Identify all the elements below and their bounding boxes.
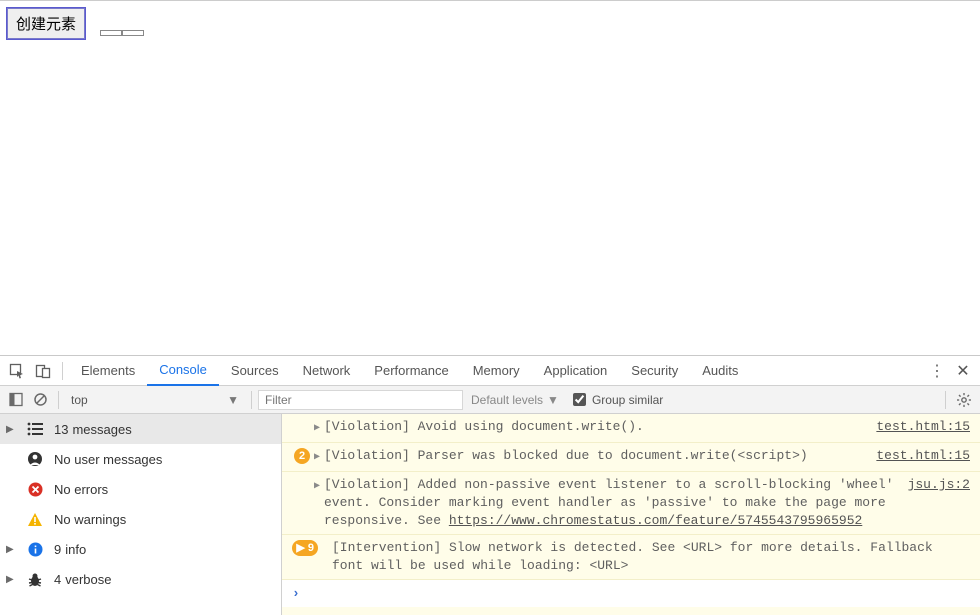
clear-console-icon[interactable]	[28, 388, 52, 412]
message-text: [Violation] Avoid using document.write()…	[324, 418, 864, 438]
expand-icon[interactable]: ▶	[310, 447, 324, 467]
tab-performance[interactable]: Performance	[362, 356, 460, 386]
inspect-element-icon[interactable]	[4, 357, 30, 385]
tab-application[interactable]: Application	[532, 356, 620, 386]
chevron-right-icon: ▶	[6, 544, 16, 555]
log-levels-selector[interactable]: Default levels ▼	[471, 393, 559, 407]
sidebar-label: No warnings	[54, 512, 126, 527]
message-source-link[interactable]: jsu.js:2	[896, 476, 970, 530]
info-icon	[26, 542, 44, 557]
devtools-panel: Elements Console Sources Network Perform…	[0, 355, 980, 615]
sidebar-count: 13	[54, 422, 68, 437]
console-prompt[interactable]: ›	[282, 580, 980, 607]
device-toolbar-icon[interactable]	[30, 357, 56, 385]
sidebar-label: info	[65, 542, 86, 557]
list-icon	[26, 422, 44, 436]
devtools-tabbar: Elements Console Sources Network Perform…	[0, 356, 980, 386]
group-similar-label: Group similar	[592, 393, 663, 407]
sidebar-row-errors[interactable]: No errors	[0, 474, 281, 504]
separator	[58, 391, 59, 409]
sidebar-label: verbose	[65, 572, 111, 587]
expand-icon[interactable]: ▶	[310, 418, 324, 438]
create-element-button[interactable]: 创建元素	[7, 8, 85, 39]
separator	[251, 391, 252, 409]
sidebar-label: messages	[72, 422, 131, 437]
sidebar-row-info[interactable]: ▶ 9 info	[0, 534, 281, 564]
console-message[interactable]: ▶ [Violation] Added non-passive event li…	[282, 472, 980, 535]
kebab-menu-icon[interactable]: ⋮	[924, 357, 950, 385]
chevron-right-icon: ▶	[6, 574, 16, 585]
message-text: [Intervention] Slow network is detected.…	[332, 539, 970, 575]
message-text: [Violation] Parser was blocked due to do…	[324, 447, 864, 467]
sidebar-label: No errors	[54, 482, 108, 497]
warning-icon	[26, 512, 44, 527]
message-source-link[interactable]: test.html:15	[864, 418, 970, 438]
sidebar-row-user-messages[interactable]: No user messages	[0, 444, 281, 474]
group-similar-checkbox[interactable]: Group similar	[573, 393, 663, 407]
console-message[interactable]: 2 ▶ [Violation] Parser was blocked due t…	[282, 443, 980, 472]
tab-elements[interactable]: Elements	[69, 356, 147, 386]
sidebar-row-warnings[interactable]: No warnings	[0, 504, 281, 534]
chevron-down-icon: ▼	[227, 393, 239, 407]
message-text: [Violation] Added non-passive event list…	[324, 476, 896, 530]
mini-boxes	[100, 25, 144, 39]
sidebar-count: 9	[54, 542, 61, 557]
sidebar-label: No user messages	[54, 452, 162, 467]
tab-sources[interactable]: Sources	[219, 356, 291, 386]
console-messages: ▶ [Violation] Avoid using document.write…	[282, 414, 980, 615]
console-settings-icon[interactable]	[952, 388, 976, 412]
user-icon	[26, 451, 44, 467]
separator	[62, 362, 63, 380]
sidebar-row-messages[interactable]: ▶ 13 messages	[0, 414, 281, 444]
console-toolbar: top ▼ Default levels ▼ Group similar	[0, 386, 980, 414]
close-devtools-icon[interactable]: ✕	[950, 357, 976, 385]
sidebar-count: 4	[54, 572, 61, 587]
chevron-right-icon: ▶	[6, 424, 16, 435]
page-viewport: 创建元素	[0, 0, 980, 355]
console-body: ▶ 13 messages No user messages No errors…	[0, 414, 980, 615]
context-label: top	[71, 393, 88, 407]
bug-icon	[26, 572, 44, 587]
execution-context-selector[interactable]: top ▼	[65, 393, 245, 407]
console-message[interactable]: ▶ [Violation] Avoid using document.write…	[282, 414, 980, 443]
chevron-down-icon: ▼	[547, 393, 559, 407]
tab-network[interactable]: Network	[291, 356, 363, 386]
tab-audits[interactable]: Audits	[690, 356, 750, 386]
filter-input[interactable]	[258, 390, 463, 410]
tab-security[interactable]: Security	[619, 356, 690, 386]
tab-console[interactable]: Console	[147, 356, 219, 386]
repeat-badge: 2	[294, 448, 310, 464]
error-icon	[26, 482, 44, 497]
sidebar-row-verbose[interactable]: ▶ 4 verbose	[0, 564, 281, 594]
levels-label: Default levels	[471, 393, 543, 407]
group-similar-input[interactable]	[573, 393, 586, 406]
message-source-link[interactable]: test.html:15	[864, 447, 970, 467]
expand-icon[interactable]: ▶	[310, 476, 324, 530]
repeat-badge: ▶ 9	[292, 540, 318, 556]
console-message[interactable]: ▶ 9 [Intervention] Slow network is detec…	[282, 535, 980, 580]
tab-memory[interactable]: Memory	[461, 356, 532, 386]
separator	[945, 391, 946, 409]
toggle-sidebar-icon[interactable]	[4, 388, 28, 412]
console-sidebar: ▶ 13 messages No user messages No errors…	[0, 414, 282, 615]
inline-link[interactable]: https://www.chromestatus.com/feature/574…	[449, 513, 862, 528]
